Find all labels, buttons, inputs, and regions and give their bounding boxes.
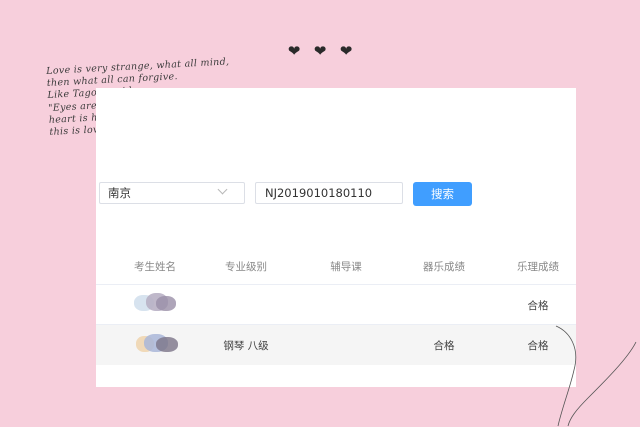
results-card: 南京 搜索 考生姓名 专业级别 辅导课 器乐成绩 乐理成绩 合格 钢琴 八级 合… (96, 88, 576, 387)
header-name: 考生姓名 (134, 261, 176, 273)
city-select[interactable]: 南京 (99, 182, 245, 204)
header-instrument-score: 器乐成绩 (423, 261, 465, 273)
blurred-name (134, 293, 178, 315)
city-select-value: 南京 (108, 186, 131, 200)
heart-icon: ❤ (313, 42, 337, 60)
hearts: ❤ ❤ ❤ (286, 42, 364, 60)
header-theory-score: 乐理成绩 (517, 261, 559, 273)
header-level: 专业级别 (225, 261, 267, 273)
heart-line-decoration (555, 325, 637, 427)
heart-icon: ❤ (339, 42, 363, 60)
table-row: 钢琴 八级 合格 合格 (96, 324, 576, 365)
exam-id-input[interactable] (255, 182, 403, 204)
chevron-down-icon (217, 184, 228, 195)
blurred-name (136, 334, 180, 356)
cell-instrument-score: 合格 (433, 340, 455, 352)
cell-level: 钢琴 八级 (223, 340, 269, 352)
cell-theory-score: 合格 (527, 300, 549, 312)
search-button[interactable]: 搜索 (413, 182, 472, 206)
header-tutoring: 辅导课 (330, 261, 362, 273)
heart-icon: ❤ (287, 42, 311, 60)
table-row: 合格 (96, 284, 576, 325)
